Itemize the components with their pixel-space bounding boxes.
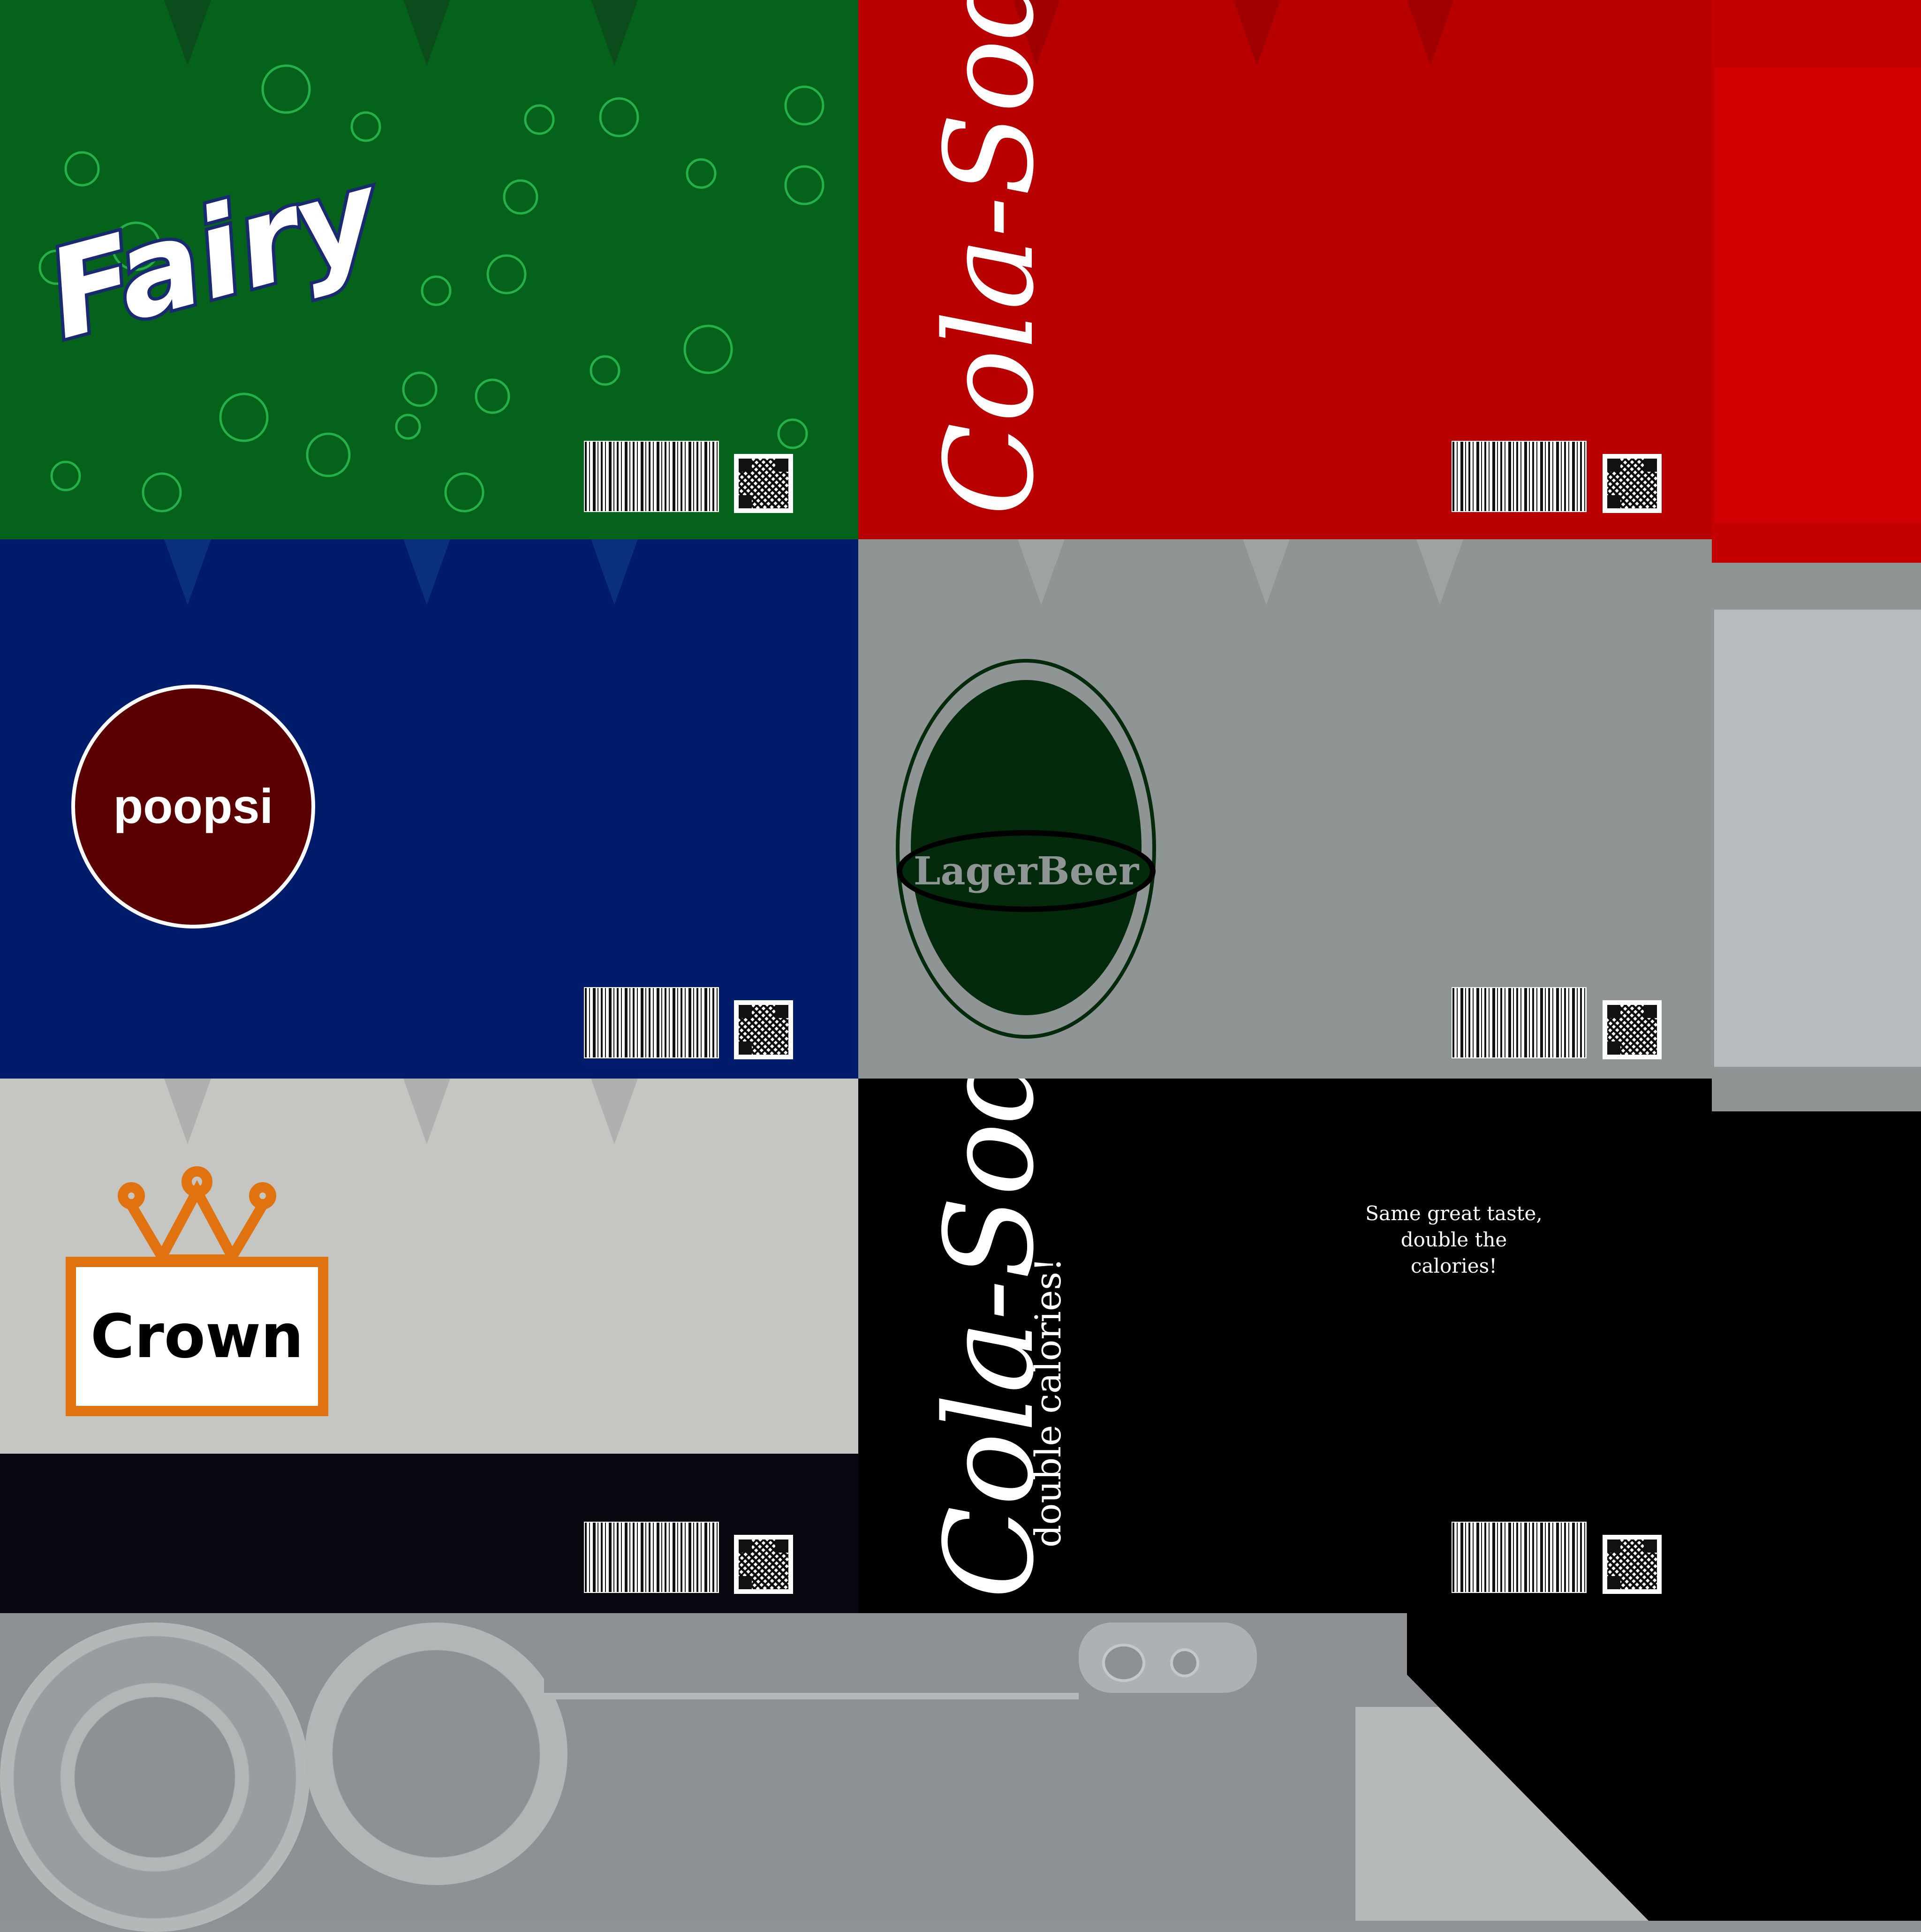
brand-name-crown: Crown: [90, 1301, 304, 1372]
qr-code: [1603, 454, 1662, 513]
banner-ribbon: LagerBeer: [897, 830, 1156, 912]
qr-code: [1603, 1535, 1662, 1594]
label-crown: Crown: [0, 1079, 858, 1613]
red-side-strip-bright: [1714, 68, 1921, 523]
qr-code: [734, 1000, 793, 1059]
barcode: [584, 1522, 719, 1593]
black-side-strip: [1712, 1111, 1921, 1618]
label-cola-red: Cola-Soda: [858, 0, 1712, 539]
subtitle-double-calories: double calories!: [1027, 1257, 1069, 1547]
tagline-line-2: double the calories!: [1400, 1228, 1507, 1277]
label-cola-black: Cola-Soda double calories! Same great ta…: [858, 1079, 1712, 1613]
brand-name-poopsi: poopsi: [113, 779, 273, 834]
crown-frame: Crown: [66, 1257, 328, 1416]
barcode: [1452, 987, 1587, 1058]
tab-strip: [544, 1632, 1079, 1699]
pull-tab-hole: [1170, 1648, 1199, 1677]
qr-code: [1603, 1000, 1662, 1059]
label-poopsi: poopsi: [0, 539, 858, 1079]
brand-logo-cola: Cola-Soda: [919, 0, 1061, 516]
barcode: [584, 441, 719, 512]
tagline: Same great taste, double the calories!: [1355, 1200, 1552, 1279]
qr-code: [734, 1535, 793, 1594]
barcode: [1452, 1522, 1587, 1593]
lid-disc-right: [305, 1623, 567, 1885]
barcode: [1452, 441, 1587, 512]
qr-code: [734, 454, 793, 513]
crown-icon: [118, 1166, 276, 1268]
label-fairy: Fairy: [0, 0, 858, 539]
brand-name-lagerbeer: LagerBeer: [913, 848, 1139, 894]
silver-side-strip-light: [1714, 610, 1921, 1067]
tagline-line-1: Same great taste,: [1365, 1202, 1543, 1225]
dark-band: [0, 1454, 858, 1613]
pull-tab-hole: [1102, 1644, 1145, 1682]
label-lagerbeer: LagerBeer: [858, 539, 1712, 1079]
lid-disc-left: [0, 1623, 310, 1932]
brand-badge-poopsi: poopsi: [71, 685, 315, 928]
barcode: [584, 987, 719, 1058]
